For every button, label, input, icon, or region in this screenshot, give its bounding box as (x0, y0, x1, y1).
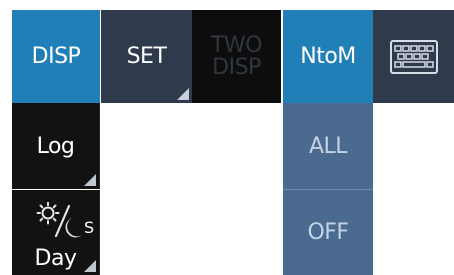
log-button[interactable]: Log (12, 103, 100, 189)
two-disp-label-line1: TWO (210, 32, 263, 58)
set-button[interactable]: SET (101, 10, 192, 103)
ntom-button-label: NtoM (300, 44, 356, 69)
set-button-label: SET (126, 44, 167, 69)
mode-divider (283, 189, 373, 190)
all-button[interactable]: ALL (283, 103, 373, 189)
off-button-label: OFF (307, 220, 349, 245)
off-button[interactable]: OFF (283, 190, 373, 275)
day-night-button[interactable]: S Day (12, 190, 100, 275)
keyboard-button[interactable] (373, 10, 454, 103)
all-button-label: ALL (308, 133, 348, 159)
day-night-s-label: S (84, 218, 94, 237)
day-night-label: Day (34, 246, 77, 271)
two-disp-label-line2: DISP (212, 54, 261, 80)
disp-button-label: DISP (31, 44, 81, 69)
disp-button[interactable]: DISP (12, 10, 100, 103)
two-disp-button[interactable]: TWO DISP (192, 10, 281, 103)
ntom-button[interactable]: NtoM (283, 10, 373, 103)
keyboard-icon (389, 39, 438, 74)
log-button-label: Log (36, 133, 75, 159)
